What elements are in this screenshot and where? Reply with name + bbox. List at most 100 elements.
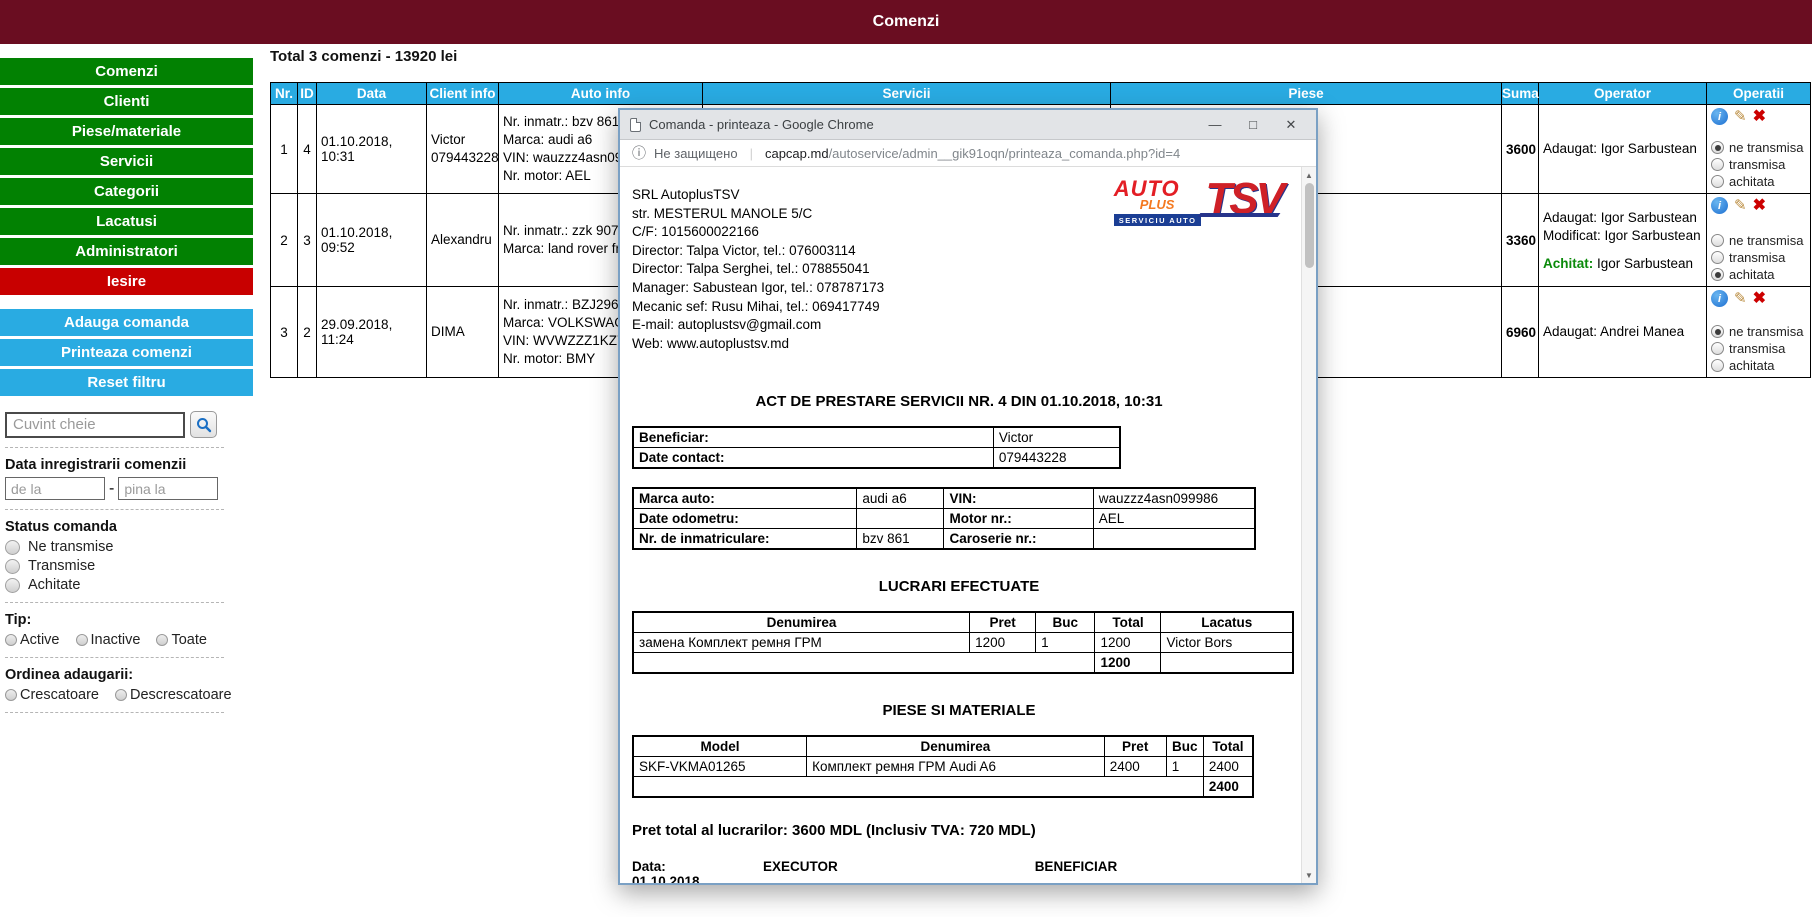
url-text: capcap.md/autoservice/admin__gik91oqn/pr… bbox=[765, 146, 1180, 161]
radio-transmisa[interactable] bbox=[1711, 158, 1724, 171]
popup-scrollbar[interactable]: ▲ ▼ bbox=[1301, 167, 1316, 883]
minimize-icon[interactable]: — bbox=[1200, 117, 1230, 132]
checkbox-label: Inactive bbox=[91, 632, 141, 648]
scroll-down-icon[interactable]: ▼ bbox=[1305, 867, 1313, 883]
delete-icon[interactable]: ✖ bbox=[1753, 198, 1766, 214]
doc-col: Pret bbox=[970, 612, 1036, 633]
info-icon[interactable]: i bbox=[1711, 197, 1728, 214]
date-to-field[interactable] bbox=[118, 477, 218, 500]
scrollbar-thumb[interactable] bbox=[1305, 183, 1314, 268]
sidebar-item-label: Piese/materiale bbox=[72, 123, 181, 140]
company-logo: AUTO PLUS SERVICIU AUTO TSV bbox=[1114, 179, 1282, 226]
address-bar[interactable]: ⓘ Не защищено | capcap.md/autoservice/ad… bbox=[620, 140, 1316, 167]
checkbox-inactive[interactable] bbox=[76, 634, 88, 646]
sidebar-item-label: Servicii bbox=[100, 153, 153, 170]
checkbox-crescatoare[interactable] bbox=[5, 689, 17, 701]
sidebar-item-label: Administratori bbox=[75, 243, 178, 260]
lucrari-total: 1200 bbox=[1095, 653, 1161, 674]
delete-icon[interactable]: ✖ bbox=[1753, 109, 1766, 125]
doc-label: Caroserie nr.: bbox=[944, 529, 1093, 550]
cell-id: 2 bbox=[298, 287, 317, 378]
sidebar-item-piese-materiale[interactable]: Piese/materiale bbox=[0, 118, 253, 145]
doc-value: Комплект ремня ГРМ Audi A6 bbox=[807, 757, 1105, 777]
maximize-icon[interactable]: □ bbox=[1238, 117, 1268, 132]
sidebar-item-clienti[interactable]: Clienti bbox=[0, 88, 253, 115]
radio-achitata[interactable] bbox=[1711, 175, 1724, 188]
sidebar-item-administratori[interactable]: Administratori bbox=[0, 238, 253, 265]
cell-client: Victor 079443228 bbox=[427, 105, 499, 194]
doc-value: 1200 bbox=[1095, 633, 1161, 653]
radio-ne-transmisa[interactable] bbox=[1711, 141, 1724, 154]
beneficiar-table: Beneficiar:Victor Date contact:079443228 bbox=[632, 426, 1121, 469]
col-operatii: Operatii bbox=[1707, 83, 1811, 105]
cell-operator: Adaugat: Andrei Manea bbox=[1539, 287, 1707, 378]
col-data: Data bbox=[317, 83, 427, 105]
tip-filter-label: Tip: bbox=[5, 612, 224, 628]
search-input[interactable] bbox=[5, 412, 185, 438]
edit-icon[interactable]: ✎ bbox=[1734, 109, 1747, 124]
radio-ne-transmisa[interactable] bbox=[1711, 234, 1724, 247]
popup-title: Comanda - printeaza - Google Chrome bbox=[649, 117, 1192, 132]
info-icon[interactable]: i bbox=[1711, 108, 1728, 125]
reset-filtru-button[interactable]: Reset filtru bbox=[0, 369, 253, 396]
radio-label: Transmise bbox=[28, 558, 95, 574]
button-label: Reset filtru bbox=[87, 374, 165, 391]
doc-value: 2400 bbox=[1203, 757, 1253, 777]
col-piese: Piese bbox=[1111, 83, 1502, 105]
cell-operatii: i ✎ ✖ ne transmisa transmisa achitata bbox=[1707, 105, 1811, 194]
radio-label: ne transmisa bbox=[1729, 324, 1803, 339]
checkbox-label: Crescatoare bbox=[20, 687, 99, 703]
auto-table: Marca auto: audi a6 VIN: wauzzz4asn09998… bbox=[632, 487, 1256, 550]
radio-label: achitata bbox=[1729, 358, 1775, 373]
info-icon[interactable]: i bbox=[1711, 290, 1728, 307]
piese-title: PIESE SI MATERIALE bbox=[632, 702, 1286, 719]
col-client: Client info bbox=[427, 83, 499, 105]
radio-ne-transmisa[interactable] bbox=[1711, 325, 1724, 338]
radio-label: Ne transmise bbox=[28, 539, 113, 555]
sidebar-item-categorii[interactable]: Categorii bbox=[0, 178, 253, 205]
adauga-comanda-button[interactable]: Adauga comanda bbox=[0, 309, 253, 336]
sidebar-item-servicii[interactable]: Servicii bbox=[0, 148, 253, 175]
radio-label: Achitate bbox=[28, 577, 80, 593]
doc-label: Motor nr.: bbox=[944, 509, 1093, 529]
doc-value: AEL bbox=[1093, 509, 1255, 529]
radio-achitata[interactable] bbox=[1711, 268, 1724, 281]
radio-achitata[interactable] bbox=[1711, 359, 1724, 372]
radio-transmisa[interactable] bbox=[1711, 251, 1724, 264]
sidebar-item-iesire[interactable]: Iesire bbox=[0, 268, 253, 295]
radio-achitate[interactable] bbox=[5, 578, 20, 593]
edit-icon[interactable]: ✎ bbox=[1734, 291, 1747, 306]
doc-label: VIN: bbox=[944, 488, 1093, 509]
button-label: Adauga comanda bbox=[64, 314, 189, 331]
scroll-up-icon[interactable]: ▲ bbox=[1305, 167, 1313, 183]
printeaza-comenzi-button[interactable]: Printeaza comenzi bbox=[0, 339, 253, 366]
col-nr: Nr. bbox=[271, 83, 298, 105]
checkbox-active[interactable] bbox=[5, 634, 17, 646]
col-auto: Auto info bbox=[499, 83, 703, 105]
url-host: capcap.md bbox=[765, 146, 829, 161]
sidebar-item-comenzi[interactable]: Comenzi bbox=[0, 58, 253, 85]
popup-titlebar[interactable]: Comanda - printeaza - Google Chrome — □ … bbox=[620, 110, 1316, 140]
footer-beneficiar-label: BENEFICIAR bbox=[1035, 859, 1118, 874]
doc-col: Pret bbox=[1104, 736, 1166, 757]
date-from-field[interactable] bbox=[5, 477, 105, 500]
radio-ne-transmise[interactable] bbox=[5, 540, 20, 555]
radio-label: achitata bbox=[1729, 174, 1775, 189]
checkbox-descrescatoare[interactable] bbox=[115, 689, 127, 701]
url-separator: | bbox=[746, 146, 757, 161]
radio-transmise[interactable] bbox=[5, 559, 20, 574]
divider bbox=[5, 602, 224, 603]
delete-icon[interactable]: ✖ bbox=[1753, 291, 1766, 307]
search-button[interactable] bbox=[190, 411, 217, 438]
sidebar-item-lacatusi[interactable]: Lacatusi bbox=[0, 208, 253, 235]
page-title: Comenzi bbox=[873, 13, 940, 31]
doc-label: Date odometru: bbox=[633, 509, 857, 529]
close-icon[interactable]: ✕ bbox=[1276, 117, 1306, 133]
doc-col: Buc bbox=[1166, 736, 1203, 757]
radio-transmisa[interactable] bbox=[1711, 342, 1724, 355]
radio-label: ne transmisa bbox=[1729, 140, 1803, 155]
doc-empty-cell bbox=[1161, 653, 1293, 674]
checkbox-toate[interactable] bbox=[156, 634, 168, 646]
edit-icon[interactable]: ✎ bbox=[1734, 198, 1747, 213]
logo-badge-text: SERVICIU AUTO bbox=[1114, 214, 1202, 226]
